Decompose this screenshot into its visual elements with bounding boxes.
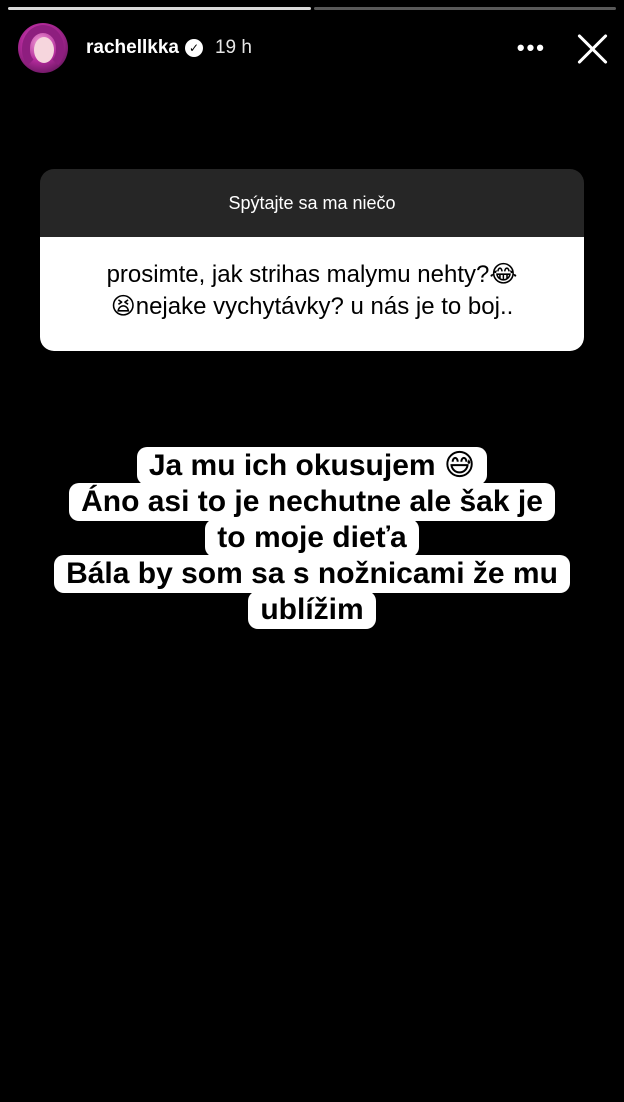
- answer-line: to moje dieťa: [205, 519, 419, 557]
- story-progress-bar: [8, 7, 616, 10]
- answer-line: Bála by som sa s nožnicami že mu: [54, 555, 570, 593]
- answer-line: Áno asi to je nechutne ale šak je: [69, 483, 555, 521]
- progress-segment-current: [8, 7, 311, 10]
- close-icon[interactable]: [576, 31, 610, 65]
- profile-avatar[interactable]: [18, 23, 68, 73]
- question-sticker-title: Spýtajte sa ma niečo: [40, 169, 584, 237]
- story-timestamp: 19 h: [214, 37, 252, 58]
- username[interactable]: rachellkka: [86, 37, 179, 59]
- question-text-line: 😫nejake vychytávky? u nás je to boj..: [110, 293, 514, 320]
- question-sticker: Spýtajte sa ma niečo prosimte, jak strih…: [40, 169, 584, 351]
- story-header: rachellkka ✓ 19 h •••: [18, 20, 610, 76]
- question-text-line: prosimte, jak strihas malymu nehty?😂: [106, 261, 518, 288]
- verified-badge-icon: ✓: [184, 39, 203, 57]
- progress-segment-next: [313, 7, 616, 10]
- avatar-hair: [22, 25, 64, 71]
- answer-line: Ja mu ich okusujem 😅: [136, 447, 488, 485]
- question-sticker-body: prosimte, jak strihas malymu nehty?😂 😫ne…: [40, 237, 584, 351]
- answer-text: Ja mu ich okusujem 😅 Áno asi to je nechu…: [0, 447, 624, 629]
- answer-line: ublížim: [248, 591, 376, 629]
- more-options-icon[interactable]: •••: [517, 35, 546, 61]
